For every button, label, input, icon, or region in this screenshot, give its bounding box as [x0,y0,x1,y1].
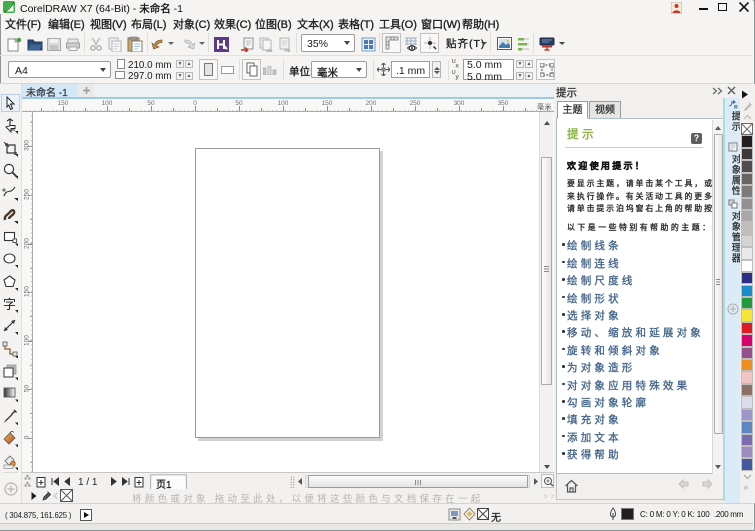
svg-text:字: 字 [3,297,16,312]
